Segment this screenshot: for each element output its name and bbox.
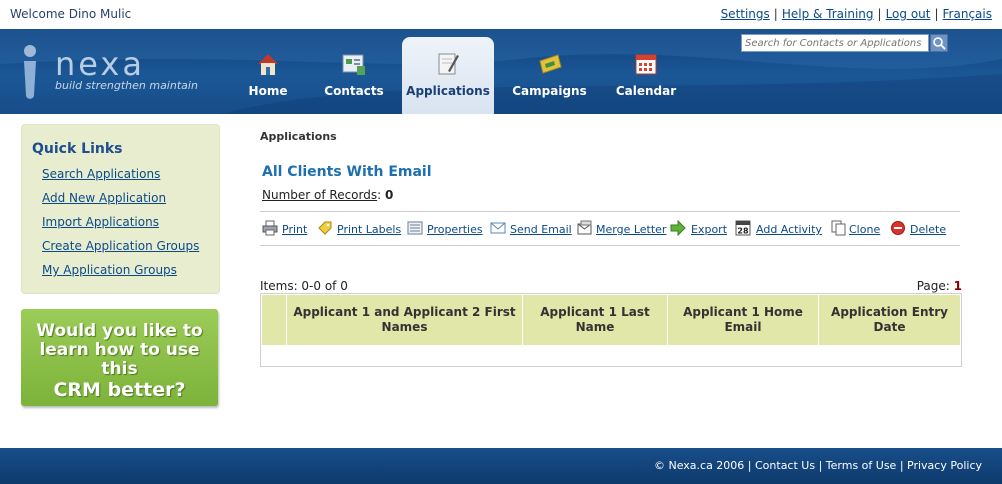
- delete-icon: [891, 221, 905, 235]
- list-item: Search Applications: [42, 167, 199, 191]
- terms-of-use-link[interactable]: Terms of Use: [826, 459, 897, 472]
- log-out-link[interactable]: Log out: [886, 7, 931, 21]
- nav-tab-contacts[interactable]: Contacts: [315, 37, 393, 114]
- table-header-row: Applicant 1 and Applicant 2 First Names …: [262, 295, 960, 345]
- francais-link[interactable]: Français: [943, 7, 992, 21]
- crm-training-banner-text: Would you like to learn how to use this …: [21, 321, 218, 402]
- add-new-application-link[interactable]: Add New Application: [42, 191, 166, 205]
- record-count-value: 0: [385, 188, 394, 202]
- list-item: My Application Groups: [42, 263, 199, 287]
- breadcrumb: Applications: [260, 130, 337, 143]
- footer: © Nexa.ca 2006 | Contact Us | Terms of U…: [0, 448, 1002, 484]
- logo-mark-icon: [24, 45, 36, 99]
- print-labels-label: Print Labels: [337, 223, 402, 236]
- calendar-28-icon: 28: [735, 220, 751, 236]
- contacts-icon: [342, 54, 365, 75]
- record-count-separator: :: [377, 188, 382, 202]
- nav-tab-applications-label: Applications: [406, 84, 490, 98]
- merge-letter-icon: [577, 220, 592, 235]
- campaigns-icon: [538, 54, 562, 74]
- footer-links: © Nexa.ca 2006 | Contact Us | Terms of U…: [653, 459, 982, 472]
- page-label: Page:: [916, 279, 950, 293]
- my-application-groups-link[interactable]: My Application Groups: [42, 263, 177, 277]
- search-input[interactable]: [741, 34, 929, 52]
- properties-icon: [407, 221, 423, 235]
- column-header-first-names[interactable]: Applicant 1 and Applicant 2 First Names: [287, 295, 523, 345]
- envelope-icon: [490, 222, 506, 234]
- page-number: 1: [953, 279, 962, 293]
- page-indicator: Page: 1: [917, 279, 962, 293]
- nav-tab-campaigns-label: Campaigns: [512, 84, 587, 98]
- printer-icon: [262, 220, 278, 236]
- column-header-home-email[interactable]: Applicant 1 Home Email: [668, 295, 819, 345]
- copyright-text: © Nexa.ca 2006: [653, 459, 745, 472]
- quick-links-title: Quick Links: [32, 141, 123, 157]
- nexa-logo[interactable]: nexa build strengthen maintain: [15, 43, 205, 103]
- top-links: Settings | Help & Training | Log out | Françai…: [720, 7, 992, 21]
- nav-tab-calendar-label: Calendar: [615, 84, 677, 98]
- select-column-header[interactable]: [262, 295, 287, 345]
- help-training-link[interactable]: Help & Training: [782, 7, 874, 21]
- search-button[interactable]: [930, 34, 948, 52]
- nav-tab-applications[interactable]: Applications: [402, 37, 494, 114]
- create-application-groups-link[interactable]: Create Application Groups: [42, 239, 199, 253]
- privacy-policy-link[interactable]: Privacy Policy: [907, 459, 982, 472]
- export-arrow-icon: [670, 220, 686, 236]
- delete-label: Delete: [910, 223, 947, 236]
- export-label: Export: [691, 223, 728, 236]
- crm-training-banner[interactable]: Would you like to learn how to use this …: [21, 309, 218, 406]
- merge-letter-label: Merge Letter: [596, 223, 667, 236]
- banner-line-2: learn how to use this: [39, 340, 200, 379]
- calendar-icon: [635, 54, 657, 75]
- list-item: Create Application Groups: [42, 239, 199, 263]
- applications-table: Applicant 1 and Applicant 2 First Names …: [260, 293, 962, 367]
- print-label: Print: [282, 223, 308, 236]
- banner-line-3: CRM better?: [53, 379, 186, 401]
- clone-label: Clone: [849, 223, 881, 236]
- nav-tab-calendar[interactable]: Calendar: [606, 37, 686, 114]
- search-applications-link[interactable]: Search Applications: [42, 167, 160, 181]
- send-email-label: Send Email: [510, 223, 572, 236]
- quick-links-panel: Quick Links Search Applications Add New …: [21, 124, 220, 294]
- clone-icon: [831, 220, 846, 236]
- applications-icon: [438, 53, 459, 75]
- settings-link[interactable]: Settings: [721, 7, 770, 21]
- header-band: nexa build strengthen maintain Home: [0, 29, 1002, 114]
- nav-tab-campaigns[interactable]: Campaigns: [507, 37, 592, 114]
- logo-name: nexa: [55, 45, 145, 83]
- nav-tab-home-label: Home: [248, 84, 288, 98]
- quick-links-list: Search Applications Add New Application …: [42, 167, 199, 287]
- home-icon: [258, 54, 278, 75]
- logo-tagline: build strengthen maintain: [55, 79, 198, 92]
- column-header-entry-date[interactable]: Application Entry Date: [819, 295, 960, 345]
- svg-text:28: 28: [737, 227, 749, 236]
- list-item: Import Applications: [42, 215, 199, 239]
- divider: [260, 245, 960, 246]
- add-activity-label: Add Activity: [756, 223, 822, 236]
- top-bar: Welcome Dino Mulic Settings | Help & Train…: [0, 0, 1002, 29]
- record-count: Number of Records: 0: [262, 188, 393, 202]
- list-item: Add New Application: [42, 191, 199, 215]
- nav-tab-home[interactable]: Home: [232, 37, 304, 114]
- label-tag-icon: [318, 221, 332, 235]
- items-count: Items: 0-0 of 0: [260, 279, 348, 293]
- search-box: [741, 34, 948, 52]
- column-header-last-name[interactable]: Applicant 1 Last Name: [523, 295, 668, 345]
- record-count-label: Number of Records: [262, 188, 378, 202]
- nav-tab-contacts-label: Contacts: [324, 84, 384, 98]
- welcome-text: Welcome Dino Mulic: [10, 7, 132, 21]
- page-title: All Clients With Email: [262, 164, 432, 180]
- contact-us-link[interactable]: Contact Us: [755, 459, 815, 472]
- search-icon: [933, 37, 946, 50]
- divider: [260, 211, 960, 212]
- banner-line-1: Would you like to: [36, 321, 203, 341]
- properties-label: Properties: [427, 223, 483, 236]
- import-applications-link[interactable]: Import Applications: [42, 215, 159, 229]
